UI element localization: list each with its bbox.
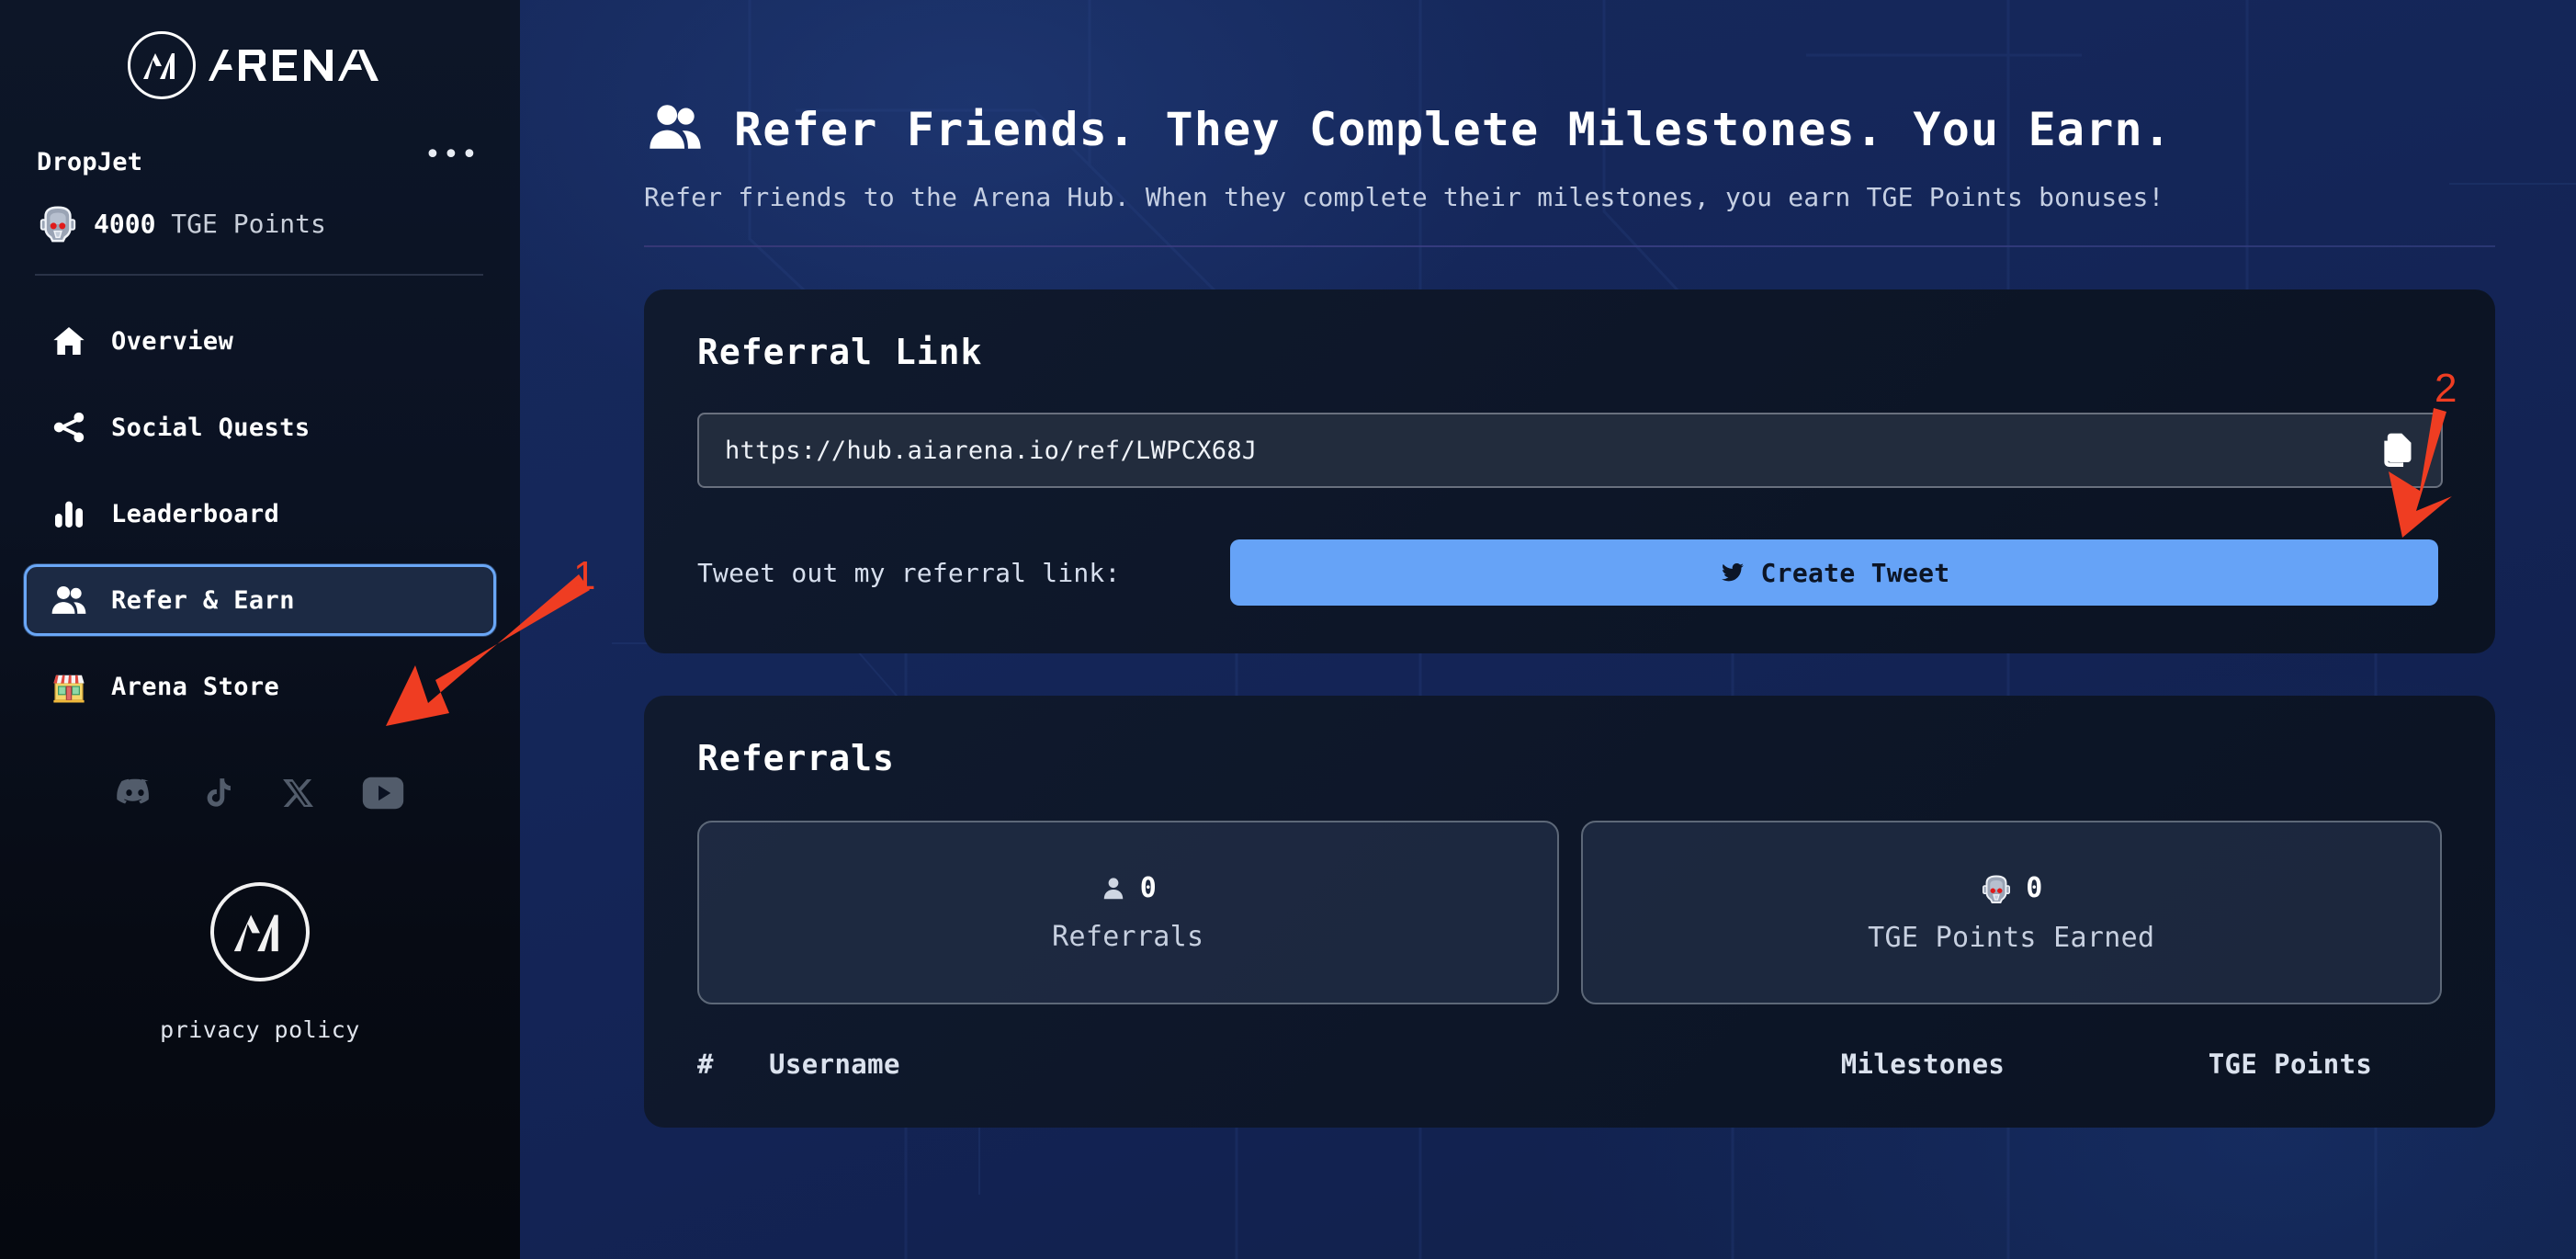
annotation-label-1: 1 (573, 553, 596, 598)
twitter-bird-icon (1721, 562, 1744, 582)
page-subtitle: Refer friends to the Arena Hub. When the… (644, 182, 2164, 212)
ai-monogram-icon (143, 53, 175, 79)
arena-wordmark-icon (209, 50, 378, 81)
header-divider (644, 245, 2495, 247)
sidebar-divider (35, 274, 483, 276)
copy-referral-link-button[interactable] (2370, 425, 2422, 476)
tge-points-value: 4000 (94, 208, 156, 239)
robot-head-icon (1983, 875, 2011, 903)
share-icon (49, 409, 89, 446)
stat-tge-points-value: 0 (2026, 872, 2043, 904)
privacy-policy-link[interactable]: privacy policy (0, 1016, 520, 1043)
annotation-label-2: 2 (2435, 366, 2457, 411)
person-icon (1103, 877, 1123, 899)
home-icon (49, 323, 89, 359)
sidebar-nav: Overview Social Quests Leaderboard Refer… (0, 305, 520, 722)
referral-link-input[interactable]: https://hub.aiarena.io/ref/LWPCX68J (697, 413, 2443, 488)
people-icon (644, 99, 706, 160)
account-more-button[interactable]: ••• (424, 142, 480, 174)
table-col-index: # (697, 1049, 714, 1080)
sidebar-item-label: Leaderboard (111, 499, 280, 528)
sidebar-item-label: Social Quests (111, 413, 311, 442)
sidebar-item-label: Overview (111, 326, 234, 356)
stat-referrals-top: 0 (1100, 872, 1157, 904)
youtube-icon[interactable] (362, 776, 404, 811)
sidebar-item-leaderboard[interactable]: Leaderboard (24, 478, 496, 550)
tge-points-text: 4000 TGE Points (94, 209, 326, 239)
store-icon (53, 675, 85, 703)
x-twitter-icon[interactable] (281, 776, 316, 811)
stat-referrals-value: 0 (1139, 872, 1157, 904)
footer-logo (0, 882, 520, 981)
stat-tge-points-top: 0 (1980, 872, 2042, 905)
tge-points-balance: 4000 TGE Points (0, 200, 520, 246)
referrals-card: Referrals 0 Referrals 0 TGE Points Earne… (644, 696, 2495, 1128)
sidebar-item-label: Refer & Earn (111, 585, 295, 615)
account-name: DropJet (37, 147, 143, 176)
brand-wordmark (209, 44, 392, 86)
ai-arena-footer-mark-icon (210, 882, 310, 981)
create-tweet-label: Create Tweet (1760, 557, 1950, 588)
ai-monogram-icon (233, 914, 278, 952)
copy-icon (2384, 433, 2412, 468)
referrals-card-title: Referrals (697, 738, 895, 778)
robot-head-icon (40, 206, 76, 243)
stat-tge-points-label: TGE Points Earned (1868, 921, 2155, 954)
stat-tge-points-earned: 0 TGE Points Earned (1580, 821, 2442, 1004)
tge-points-unit: TGE Points (171, 208, 326, 239)
referral-link-row: https://hub.aiarena.io/ref/LWPCX68J (697, 413, 2443, 488)
referral-stats: 0 Referrals 0 TGE Points Earned (697, 821, 2442, 1004)
sidebar-item-overview[interactable]: Overview (24, 305, 496, 377)
tiktok-icon[interactable] (200, 774, 235, 812)
account-row: DropJet ••• (0, 142, 520, 178)
social-links (0, 774, 520, 812)
storefront-emoji-icon (49, 667, 89, 706)
stat-referrals-label: Referrals (1052, 921, 1204, 953)
tweet-row: Tweet out my referral link: Create Tweet (697, 539, 2442, 606)
stat-referrals: 0 Referrals (697, 821, 1559, 1004)
referral-link-card: Referral Link https://hub.aiarena.io/ref… (644, 289, 2495, 653)
main-content: Refer Friends. They Complete Milestones.… (520, 0, 2576, 1259)
sidebar: DropJet ••• 4000 TGE Points Overview Soc… (0, 0, 520, 1259)
brand-logo[interactable] (0, 0, 520, 110)
page-title: Refer Friends. They Complete Milestones.… (734, 103, 2173, 156)
page-header: Refer Friends. They Complete Milestones.… (644, 99, 2576, 160)
referrals-table-header: # Username Milestones TGE Points (697, 1049, 2442, 1080)
main-inner: Refer Friends. They Complete Milestones.… (520, 0, 2576, 1128)
sidebar-item-social-quests[interactable]: Social Quests (24, 391, 496, 463)
tweet-label: Tweet out my referral link: (697, 557, 1121, 588)
people-icon (49, 581, 89, 619)
app-root: DropJet ••• 4000 TGE Points Overview Soc… (0, 0, 2576, 1259)
table-col-milestones: Milestones (1840, 1049, 2005, 1080)
create-tweet-button[interactable]: Create Tweet (1230, 539, 2438, 606)
discord-icon[interactable] (116, 774, 154, 812)
sidebar-item-refer-earn[interactable]: Refer & Earn (24, 564, 496, 636)
table-col-tge-points: TGE Points (2208, 1049, 2373, 1080)
table-col-username: Username (769, 1049, 900, 1080)
bar-chart-icon (49, 495, 89, 532)
referral-link-card-title: Referral Link (697, 332, 983, 372)
sidebar-item-label: Arena Store (111, 672, 280, 701)
ai-arena-mark-icon (128, 31, 196, 99)
sidebar-item-arena-store[interactable]: Arena Store (24, 651, 496, 722)
